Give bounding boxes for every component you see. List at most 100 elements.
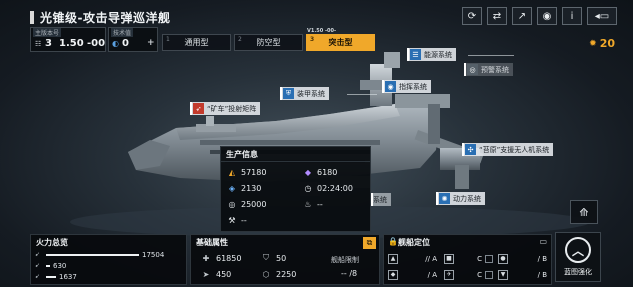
mode-caption: V1.50 -00-	[307, 28, 337, 34]
fleet-rank-icon[interactable]: ⟰	[570, 200, 598, 224]
toolbar: ⟳ ⇄ ↗ ◉ i ◂▭	[462, 7, 617, 25]
tech-icon: ◐	[112, 39, 119, 48]
position-cell: ✈ C	[442, 269, 496, 280]
position-cell: ▲ // A	[386, 253, 440, 264]
firepower-bar	[46, 275, 56, 278]
tag-drone-system[interactable]: ✣ “苔原”支援无人机系统	[462, 143, 554, 156]
positioning-panel: 舰船定位 🔒 ▭ ▲ // A ■ C ● / B ◆ / A ✈ C ▼ / …	[383, 234, 552, 285]
shield-icon: ⬡	[262, 269, 270, 279]
engine-icon: ✺	[439, 193, 450, 204]
armor-icon: ⛉	[263, 253, 269, 262]
add-tech-icon[interactable]: +	[147, 38, 155, 48]
view-icon[interactable]: ◉	[537, 7, 557, 25]
position-grade: A	[432, 270, 437, 279]
tag-label: 预警系统	[481, 65, 509, 74]
tab-general[interactable]: 1 通用型	[162, 34, 231, 51]
blueprint-strengthen-button[interactable]: ︿ 蓝图强化	[555, 232, 601, 282]
deuterium-cost: ◈ 2130	[227, 182, 303, 194]
tag-label: 动力系统	[453, 194, 481, 203]
command-icon: ◉	[385, 81, 396, 92]
firepower-row-antiship: ➹ 17504	[35, 250, 164, 259]
blueprint-tier: 3	[45, 38, 52, 49]
speed-icon: ➤	[202, 269, 210, 279]
share-icon[interactable]: ↗	[512, 7, 532, 25]
tech-value[interactable]: 技术值 ◐ 0 +	[108, 27, 158, 52]
position-grade: B	[542, 254, 547, 263]
position-cell: ▼ / B	[496, 269, 550, 280]
tag-label: “矿车”投射矩阵	[207, 104, 257, 113]
position-icon: ●	[498, 253, 508, 264]
missile-icon: ➶	[193, 103, 204, 114]
build-slot: ⚒ --	[227, 214, 303, 226]
tag-label: 系统	[373, 195, 387, 204]
firepower-row-antiair: ➹ 630	[35, 261, 66, 270]
crystal-value: 6180	[317, 167, 338, 177]
tab-label: 防空型	[256, 38, 281, 47]
leader-line	[468, 55, 514, 56]
blueprint-version[interactable]: 主版本号 ☷ 3 1.50 -00	[30, 27, 106, 52]
metal-value: 57180	[241, 167, 267, 177]
build-time-value: 02:24:00	[317, 183, 353, 193]
back-icon[interactable]: ◂▭	[587, 7, 617, 25]
position-icon: ✈	[444, 269, 454, 280]
ship-name: 光锥级-攻击导弹巡洋舰	[40, 10, 171, 25]
fuel-value: --	[317, 199, 323, 209]
tag-label: “苔原”支援无人机系统	[479, 145, 550, 154]
toggle-icon[interactable]: ▭	[539, 237, 547, 246]
speed-value: 450	[216, 269, 232, 279]
refresh-icon[interactable]: ⟳	[462, 7, 482, 25]
tag-hidden-system[interactable]: ◎ 预警系统	[464, 63, 513, 76]
hp-icon: ✚	[202, 253, 210, 263]
firepower-title: 火力总览	[36, 238, 68, 247]
shield-value: 2250	[276, 269, 297, 279]
tab-anti-air[interactable]: 2 防空型	[234, 34, 303, 51]
armor-icon: ⛨	[283, 88, 294, 99]
tab-index: 2	[238, 36, 242, 43]
deuterium-value: 2130	[241, 183, 262, 193]
clock-icon: ◷	[304, 183, 312, 193]
tag-railgun-system[interactable]: ➶ “矿车”投射矩阵	[190, 102, 261, 115]
strengthen-label: 蓝图强化	[564, 268, 592, 276]
position-icon: ■	[444, 253, 454, 264]
chevron-up-icon: ︿	[565, 237, 591, 263]
crystal-cost: ◆ 6180	[303, 166, 375, 178]
tab-assault[interactable]: V1.50 -00- 3 突击型	[306, 28, 375, 51]
ship-limit-value: -- /8	[341, 269, 358, 278]
fuel-cost: ♨ --	[303, 198, 375, 210]
position-grade: A	[432, 254, 437, 263]
ru-icon: ◎	[228, 199, 236, 209]
info-icon[interactable]: i	[562, 7, 582, 25]
antiship-icon: ➹	[35, 251, 41, 258]
position-icon: ◆	[388, 269, 398, 280]
wrench-icon: ⚒	[228, 215, 236, 225]
drone-icon: ✣	[465, 144, 476, 155]
position-cell: ◆ / A	[386, 269, 440, 280]
tag-command-system[interactable]: ◉ 指挥系统	[382, 80, 431, 93]
siege-icon: ➹	[35, 273, 41, 280]
position-grade: C	[477, 270, 482, 279]
crystal-icon: ◆	[304, 167, 312, 177]
armor-value: 50	[276, 253, 287, 263]
leader-line	[347, 94, 377, 95]
expand-attributes-icon[interactable]: ⧉	[363, 237, 376, 249]
ship-swap-icon[interactable]: ⇄	[487, 7, 507, 25]
shield-attr: ⬡ 2250	[261, 268, 297, 280]
tag-energy-system[interactable]: ☰ 能源系统	[407, 48, 456, 61]
speed-attr: ➤ 450	[201, 268, 232, 280]
tag-armor-system[interactable]: ⛨ 装甲系统	[280, 87, 329, 100]
blueprint-icon: ☷	[35, 40, 42, 48]
tag-power-system[interactable]: ✺ 动力系统	[436, 192, 485, 205]
blueprint-version-label: 主版本号	[33, 28, 62, 37]
deuterium-icon: ◈	[228, 183, 236, 193]
energy-icon: ☰	[410, 49, 421, 60]
production-title: 生产信息	[221, 147, 370, 162]
firepower-row-siege: ➹ 1637	[35, 272, 77, 281]
tab-index: 3	[310, 36, 315, 43]
firepower-panel: 火力总览 ➹ 17504 ➹ 630 ➹ 1637	[30, 234, 187, 285]
tech-value-number: 0	[122, 38, 129, 49]
firepower-value: 17504	[142, 250, 165, 259]
ru-cost: ◎ 25000	[227, 198, 303, 210]
mode-tabs: 1 通用型 2 防空型 V1.50 -00- 3 突击型	[162, 28, 378, 51]
position-icon: ▲	[388, 253, 398, 264]
production-panel: 生产信息 ◭ 57180 ◆ 6180 ◈ 2130 ◷ 02:24:00 ◎ …	[220, 146, 371, 232]
